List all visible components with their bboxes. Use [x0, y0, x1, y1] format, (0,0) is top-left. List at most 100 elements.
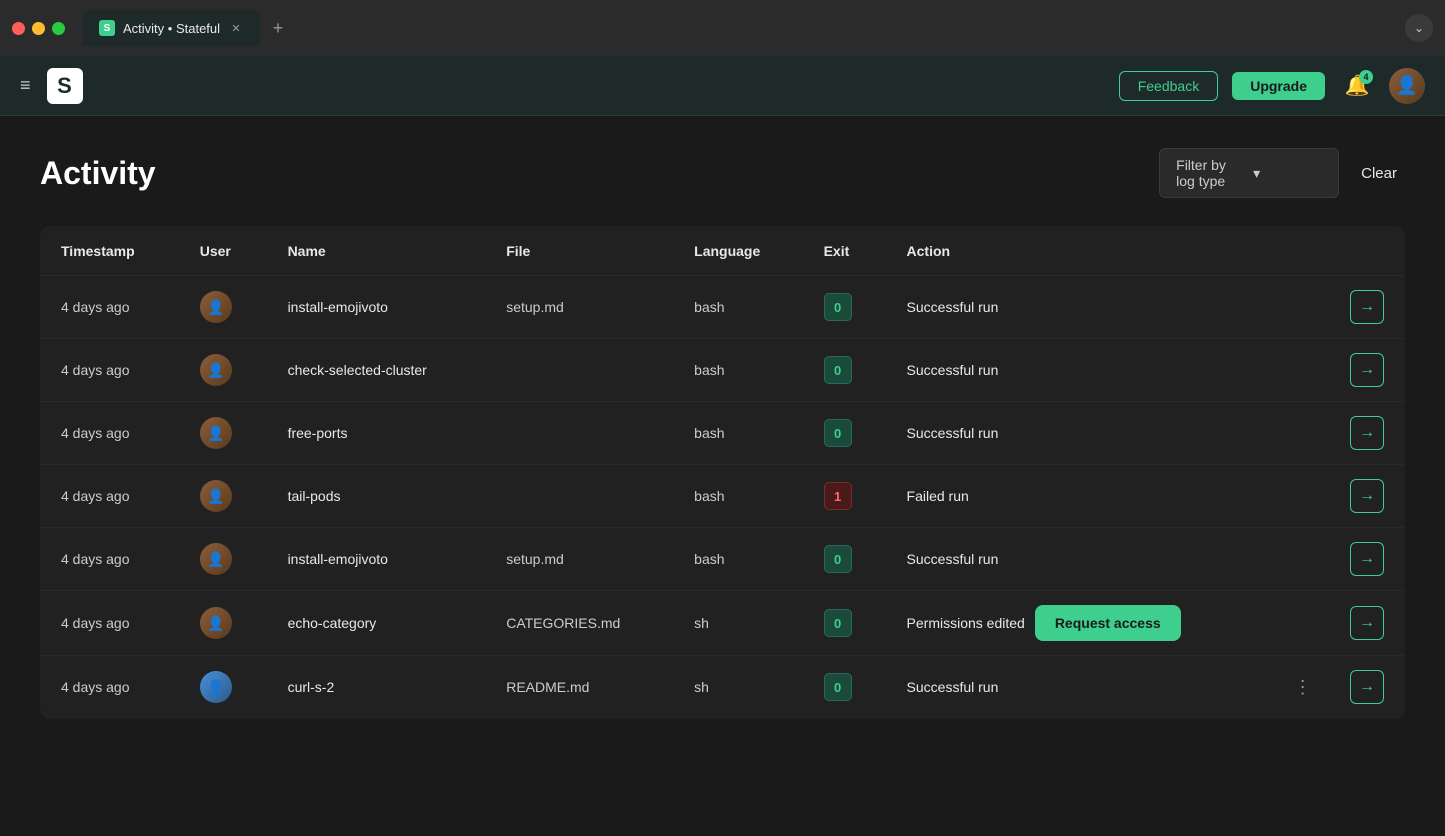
- filter-area: Filter by log type ▾ Clear: [1159, 148, 1405, 198]
- notification-bell[interactable]: 🔔 4: [1339, 68, 1375, 104]
- file-cell: README.md: [486, 656, 674, 719]
- name-cell: echo-category: [268, 591, 487, 656]
- user-avatar-cell: 👤: [200, 417, 232, 449]
- timestamp-cell: 4 days ago: [41, 591, 180, 656]
- user-avatar-cell: 👤: [200, 671, 232, 703]
- user-cell: 👤: [180, 339, 268, 402]
- exit-cell: 0: [804, 276, 887, 339]
- row-navigate-button[interactable]: →: [1350, 353, 1384, 387]
- user-avatar-cell: 👤: [200, 354, 232, 386]
- maximize-traffic-light[interactable]: [52, 22, 65, 35]
- exit-badge: 1: [824, 482, 852, 510]
- col-file: File: [486, 227, 674, 276]
- nav-cell: →: [1270, 591, 1405, 656]
- user-avatar-cell: 👤: [200, 480, 232, 512]
- table-row: 4 days ago 👤 curl-s-2 README.md sh 0 Suc…: [41, 656, 1405, 719]
- active-tab[interactable]: S Activity • Stateful ✕: [83, 10, 260, 46]
- request-access-button[interactable]: Request access: [1035, 605, 1181, 641]
- action-cell: Successful run: [887, 656, 1270, 719]
- file-cell: setup.md: [486, 276, 674, 339]
- table-row: 4 days ago 👤 free-ports bash 0 Successfu…: [41, 402, 1405, 465]
- table-header-row: Timestamp User Name File Language Exit A…: [41, 227, 1405, 276]
- app-header: ≡ S Feedback Upgrade 🔔 4 👤: [0, 56, 1445, 116]
- close-traffic-light[interactable]: [12, 22, 25, 35]
- table-header: Timestamp User Name File Language Exit A…: [41, 227, 1405, 276]
- nav-cell: →: [1270, 528, 1405, 591]
- nav-cell: →: [1270, 465, 1405, 528]
- action-label: Successful run: [907, 425, 999, 441]
- col-exit: Exit: [804, 227, 887, 276]
- file-cell: [486, 465, 674, 528]
- exit-cell: 1: [804, 465, 887, 528]
- col-timestamp: Timestamp: [41, 227, 180, 276]
- language-cell: bash: [674, 528, 803, 591]
- name-cell: install-emojivoto: [268, 276, 487, 339]
- table-row: 4 days ago 👤 install-emojivoto setup.md …: [41, 528, 1405, 591]
- file-cell: [486, 339, 674, 402]
- minimize-traffic-light[interactable]: [32, 22, 45, 35]
- name-cell: check-selected-cluster: [268, 339, 487, 402]
- user-cell: 👤: [180, 276, 268, 339]
- action-label: Successful run: [907, 679, 999, 695]
- row-navigate-button[interactable]: →: [1350, 542, 1384, 576]
- user-cell: 👤: [180, 656, 268, 719]
- tab-close-button[interactable]: ✕: [228, 20, 244, 36]
- timestamp-cell: 4 days ago: [41, 276, 180, 339]
- timestamp-cell: 4 days ago: [41, 528, 180, 591]
- exit-cell: 0: [804, 402, 887, 465]
- logo: S: [47, 68, 83, 104]
- action-cell: Permissions edited Request access: [887, 591, 1270, 655]
- exit-cell: 0: [804, 656, 887, 719]
- language-cell: bash: [674, 339, 803, 402]
- row-navigate-button[interactable]: →: [1350, 416, 1384, 450]
- timestamp-cell: 4 days ago: [41, 402, 180, 465]
- browser-dropdown-button[interactable]: ⌄: [1405, 14, 1433, 42]
- upgrade-button[interactable]: Upgrade: [1232, 72, 1325, 100]
- exit-cell: 0: [804, 528, 887, 591]
- filter-dropdown[interactable]: Filter by log type ▾: [1159, 148, 1339, 198]
- timestamp-cell: 4 days ago: [41, 465, 180, 528]
- exit-badge: 0: [824, 419, 852, 447]
- exit-badge: 0: [824, 293, 852, 321]
- tab-bar: S Activity • Stateful ✕ +: [83, 10, 1395, 46]
- user-cell: 👤: [180, 591, 268, 656]
- row-navigate-button[interactable]: →: [1350, 606, 1384, 640]
- language-cell: sh: [674, 656, 803, 719]
- name-cell: install-emojivoto: [268, 528, 487, 591]
- filter-dropdown-label: Filter by log type: [1176, 157, 1245, 189]
- col-user: User: [180, 227, 268, 276]
- menu-icon[interactable]: ≡: [20, 75, 31, 96]
- table-row: 4 days ago 👤 tail-pods bash 1 Failed run…: [41, 465, 1405, 528]
- traffic-lights: [12, 22, 65, 35]
- more-options-icon[interactable]: ⋮: [1290, 673, 1316, 702]
- nav-cell: ⋮ →: [1270, 656, 1405, 719]
- user-avatar[interactable]: 👤: [1389, 68, 1425, 104]
- row-navigate-button[interactable]: →: [1350, 479, 1384, 513]
- file-cell: setup.md: [486, 528, 674, 591]
- language-cell: bash: [674, 276, 803, 339]
- table-row: 4 days ago 👤 echo-category CATEGORIES.md…: [41, 591, 1405, 656]
- row-navigate-button[interactable]: →: [1350, 670, 1384, 704]
- clear-button[interactable]: Clear: [1353, 161, 1405, 186]
- col-name: Name: [268, 227, 487, 276]
- table-row: 4 days ago 👤 check-selected-cluster bash…: [41, 339, 1405, 402]
- user-avatar-cell: 👤: [200, 543, 232, 575]
- table-body: 4 days ago 👤 install-emojivoto setup.md …: [41, 276, 1405, 719]
- col-action: Action: [887, 227, 1270, 276]
- new-tab-button[interactable]: +: [264, 14, 292, 42]
- avatar-image: 👤: [1389, 68, 1425, 104]
- action-cell: Successful run: [887, 339, 1270, 402]
- logo-mark: S: [47, 68, 83, 104]
- action-cell: Successful run: [887, 528, 1270, 591]
- language-cell: sh: [674, 591, 803, 656]
- row-navigate-button[interactable]: →: [1350, 290, 1384, 324]
- user-cell: 👤: [180, 402, 268, 465]
- user-avatar-cell: 👤: [200, 607, 232, 639]
- feedback-button[interactable]: Feedback: [1119, 71, 1218, 101]
- action-label: Successful run: [907, 299, 999, 315]
- language-cell: bash: [674, 465, 803, 528]
- nav-cell: →: [1270, 402, 1405, 465]
- exit-badge: 0: [824, 609, 852, 637]
- main-content: Activity Filter by log type ▾ Clear Time…: [0, 116, 1445, 751]
- language-cell: bash: [674, 402, 803, 465]
